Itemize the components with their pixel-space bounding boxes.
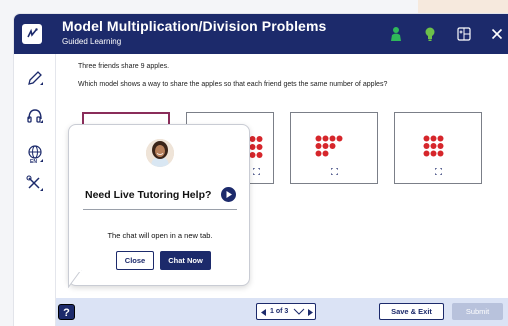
popup-title: Need Live Tutoring Help? [85,189,212,201]
save-exit-button[interactable]: Save & Exit [379,303,444,320]
help-button[interactable]: ? [58,304,75,320]
page-subtitle: Guided Learning [62,37,122,46]
tutoring-popup: Need Live Tutoring Help? The chat will o… [68,124,250,286]
question-pager[interactable]: 1 of 3 [256,303,316,320]
chat-now-button[interactable]: Chat Now [160,251,211,270]
headphones-icon[interactable] [25,106,45,126]
expand-icon[interactable] [253,168,260,175]
footer-bar: ? 1 of 3 Save & Exit Submit [56,298,508,326]
pager-text: 1 of 3 [270,308,289,315]
answer-option-c[interactable] [290,112,378,184]
apple-group-icon [315,135,343,157]
screen: Model Multiplication/Division Problems G… [0,0,508,326]
logo-icon [22,24,42,44]
lightbulb-icon[interactable] [422,26,438,42]
play-icon[interactable] [221,187,236,202]
chevron-down-icon[interactable] [293,308,305,316]
pencil-tool-icon[interactable] [25,68,45,88]
header-bar: Model Multiplication/Division Problems G… [14,14,508,54]
apple-group-icon [423,135,444,157]
popup-tail [68,270,82,288]
submit-button[interactable]: Submit [452,303,503,320]
expand-icon[interactable] [435,168,442,175]
close-popup-button[interactable]: Close [116,251,154,270]
answer-option-d[interactable] [394,112,482,184]
tools-icon[interactable] [25,174,45,194]
page-title: Model Multiplication/Division Problems [62,18,327,34]
close-icon[interactable] [489,26,505,42]
language-badge: EN [30,159,37,165]
tutor-avatar [146,139,174,167]
person-icon[interactable] [388,26,404,42]
calculator-icon[interactable] [456,26,472,42]
tool-sidebar: EN [14,54,56,326]
apple-group-icon [249,136,263,158]
language-globe-icon[interactable]: EN [25,144,45,165]
expand-icon[interactable] [331,168,338,175]
question-line-1: Three friends share 9 apples. [78,63,170,70]
popup-note: The chat will open in a new tab. [107,231,213,240]
next-arrow-icon[interactable] [308,309,313,316]
previous-arrow-icon[interactable] [261,309,266,316]
popup-divider [83,209,237,210]
question-line-2: Which model shows a way to share the app… [78,81,388,88]
